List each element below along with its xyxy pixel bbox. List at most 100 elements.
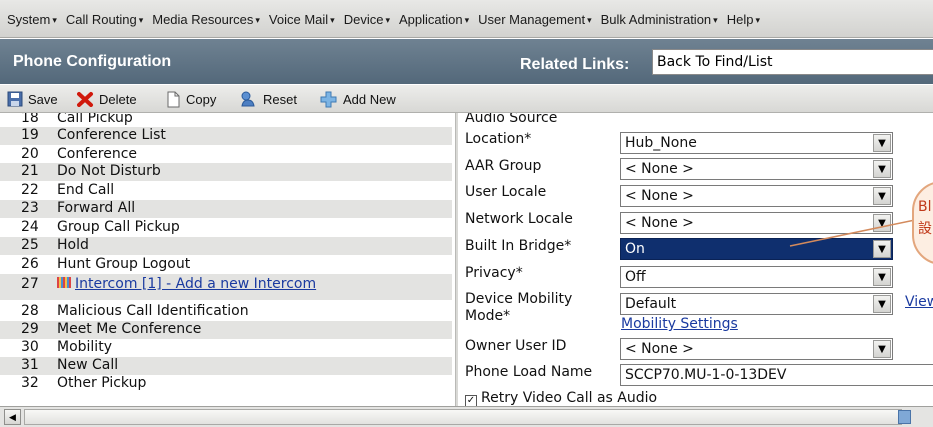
line-list-item[interactable]: 31 New Call bbox=[0, 357, 452, 375]
chevron-down-icon: ▼ bbox=[873, 134, 891, 152]
user-locale-value: < None > bbox=[625, 188, 694, 204]
user-locale-select[interactable]: < None > ▼ bbox=[620, 185, 893, 207]
line-number: 28 bbox=[21, 303, 39, 319]
reset-button[interactable]: Reset bbox=[240, 91, 297, 107]
mobility-settings-link[interactable]: Mobility Settings bbox=[621, 316, 738, 332]
menu-item-user-management[interactable]: User Management ▾ bbox=[478, 12, 591, 27]
delete-button[interactable]: Delete bbox=[77, 91, 137, 107]
top-menu-bar: System ▾ Call Routing ▾ Media Resources ▾ Voic… bbox=[0, 0, 933, 38]
menu-item-system[interactable]: System ▾ bbox=[7, 12, 57, 27]
chevron-down-icon: ▼ bbox=[873, 160, 891, 178]
callout-text-1: Bl bbox=[918, 199, 932, 215]
line-list-item[interactable]: 22 End Call bbox=[0, 182, 452, 200]
owner-user-id-value: < None > bbox=[625, 341, 694, 357]
line-label: Other Pickup bbox=[57, 375, 147, 391]
caret-down-icon: ▾ bbox=[138, 15, 144, 25]
horizontal-scrollbar[interactable]: ◀ bbox=[0, 406, 933, 427]
user-locale-label: User Locale bbox=[465, 184, 547, 200]
line-list-item[interactable]: 27 Intercom [1] - Add a new Intercom bbox=[0, 274, 452, 300]
menu-item-label: Bulk Administration bbox=[600, 12, 712, 27]
copy-button[interactable]: Copy bbox=[165, 91, 216, 108]
line-label: Conference List bbox=[57, 127, 166, 143]
device-mobility-value: Default bbox=[625, 296, 677, 312]
line-label: New Call bbox=[57, 357, 119, 373]
aar-group-value: < None > bbox=[625, 161, 694, 177]
caret-down-icon: ▾ bbox=[755, 15, 760, 25]
line-label: Conference bbox=[57, 146, 138, 162]
add-new-button[interactable]: Add New bbox=[320, 91, 396, 108]
menu-item-device[interactable]: Device ▾ bbox=[344, 12, 390, 27]
menu-item-application[interactable]: Application ▾ bbox=[399, 12, 469, 27]
line-list-item[interactable]: 32 Other Pickup bbox=[0, 375, 452, 393]
line-label: End Call bbox=[57, 182, 115, 198]
line-label: Call Pickup bbox=[57, 113, 133, 126]
line-list-item[interactable]: 30 Mobility bbox=[0, 339, 452, 357]
line-number: 30 bbox=[21, 339, 39, 355]
line-number: 29 bbox=[21, 321, 39, 337]
line-label: Hunt Group Logout bbox=[57, 256, 191, 272]
privacy-select[interactable]: Off ▼ bbox=[620, 266, 893, 288]
owner-user-id-select[interactable]: < None > ▼ bbox=[620, 338, 893, 360]
add-new-label: Add New bbox=[343, 92, 396, 107]
retry-video-row[interactable]: ✓ Retry Video Call as Audio bbox=[465, 390, 657, 406]
line-list-item[interactable]: 29 Meet Me Conference bbox=[0, 321, 452, 339]
menu-item-media-resources[interactable]: Media Resources ▾ bbox=[152, 12, 260, 27]
menu-item-call-routing[interactable]: Call Routing ▾ bbox=[66, 12, 143, 27]
line-list-item[interactable]: 19 Conference List bbox=[0, 127, 452, 145]
toolbar: Save Delete Copy Reset Add New bbox=[0, 85, 933, 113]
line-list-panel: 18 Call Pickup 19 Conference List 20 Conferen… bbox=[0, 113, 455, 406]
line-label: Malicious Call Identification bbox=[57, 303, 249, 319]
menu-item-label: Device bbox=[343, 12, 384, 27]
save-button[interactable]: Save bbox=[7, 91, 58, 107]
menu-item-label: Application bbox=[398, 12, 463, 27]
line-label: Forward All bbox=[57, 200, 136, 216]
related-links-select[interactable]: Back To Find/List bbox=[652, 49, 933, 75]
line-list-item[interactable]: 18 Call Pickup bbox=[0, 113, 452, 128]
scroll-left-icon[interactable]: ◀ bbox=[4, 409, 21, 425]
built-in-bridge-value: On bbox=[625, 241, 645, 257]
view-link[interactable]: View bbox=[905, 294, 933, 310]
callout-pointer bbox=[789, 219, 916, 247]
scroll-grip-icon[interactable] bbox=[898, 410, 911, 424]
menu-item-help[interactable]: Help ▾ bbox=[727, 12, 760, 27]
add-icon bbox=[320, 91, 337, 108]
caret-down-icon: ▾ bbox=[330, 15, 335, 25]
menu-item-bulk-administration[interactable]: Bulk Administration ▾ bbox=[601, 12, 718, 27]
scroll-thumb[interactable] bbox=[24, 409, 902, 425]
retry-video-label: Retry Video Call as Audio bbox=[481, 390, 658, 406]
line-list-item[interactable]: 24 Group Call Pickup bbox=[0, 219, 452, 237]
menu-item-label: Media Resources bbox=[152, 12, 254, 27]
retry-video-checkbox[interactable]: ✓ bbox=[465, 395, 477, 406]
line-list-item[interactable]: 28 Malicious Call Identification bbox=[0, 303, 452, 321]
device-mobility-select[interactable]: Default ▼ bbox=[620, 293, 893, 315]
line-number: 24 bbox=[21, 219, 39, 235]
line-list-item[interactable]: 23 Forward All bbox=[0, 200, 452, 218]
line-list-item[interactable]: 21 Do Not Disturb bbox=[0, 163, 452, 181]
privacy-value: Off bbox=[625, 269, 646, 285]
save-label: Save bbox=[28, 91, 58, 107]
save-icon bbox=[7, 91, 23, 107]
line-label: Group Call Pickup bbox=[57, 219, 180, 235]
line-list-item[interactable]: 25 Hold bbox=[0, 237, 452, 255]
menu-item-label: Help bbox=[726, 12, 754, 27]
line-list-item[interactable]: 20 Conference bbox=[0, 146, 452, 164]
phone-load-name-input[interactable]: SCCP70.MU-1-0-13DEV bbox=[620, 364, 933, 386]
location-value: Hub_None bbox=[625, 135, 697, 151]
network-locale-value: < None > bbox=[625, 215, 694, 231]
line-number: 27 bbox=[21, 276, 39, 292]
line-number: 25 bbox=[21, 237, 39, 253]
menu-item-label: System bbox=[7, 12, 51, 27]
line-number: 20 bbox=[21, 146, 39, 162]
reset-label: Reset bbox=[263, 91, 297, 107]
chevron-down-icon: ▼ bbox=[873, 268, 891, 286]
intercom-link[interactable]: Intercom [1] - Add a new Intercom bbox=[75, 276, 316, 292]
network-locale-label: Network Locale bbox=[465, 211, 573, 227]
line-number: 18 bbox=[21, 113, 39, 126]
location-select[interactable]: Hub_None ▼ bbox=[620, 132, 893, 154]
line-list-item[interactable]: 26 Hunt Group Logout bbox=[0, 256, 452, 274]
chevron-down-icon: ▼ bbox=[873, 295, 891, 313]
location-label: Location* bbox=[465, 131, 532, 147]
aar-group-select[interactable]: < None > ▼ bbox=[620, 158, 893, 180]
callout-text-2: 設 bbox=[918, 221, 932, 237]
menu-item-voice-mail[interactable]: Voice Mail ▾ bbox=[269, 12, 335, 27]
